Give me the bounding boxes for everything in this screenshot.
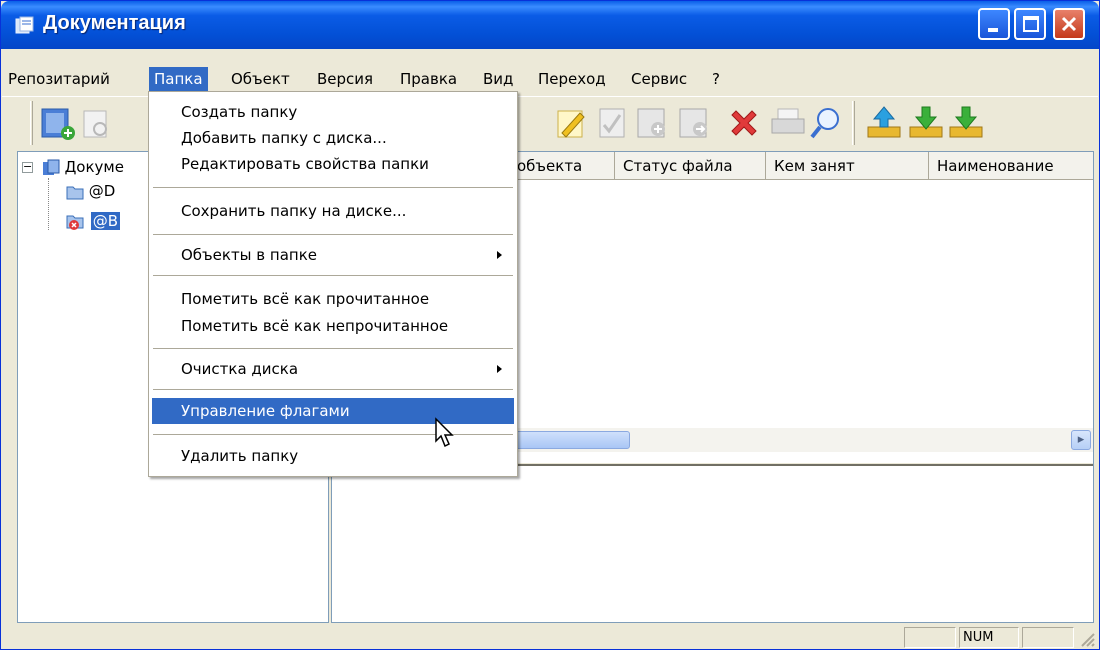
tree-root-label: Докуме xyxy=(64,158,124,176)
menu-item-mark-all-read[interactable]: Пометить всё как прочитанное xyxy=(152,286,514,312)
toolbar-separator xyxy=(852,101,855,145)
status-bar: NUM xyxy=(2,625,1098,650)
resize-grip-icon[interactable] xyxy=(1076,628,1096,648)
delete-icon[interactable] xyxy=(724,103,764,143)
menu-item-save-folder-to-disk[interactable]: Сохранить папку на диске... xyxy=(152,198,514,224)
menu-edit[interactable]: Правка xyxy=(395,67,462,91)
menu-object[interactable]: Объект xyxy=(226,67,295,91)
tree-item-label: @B xyxy=(90,212,121,230)
status-cell xyxy=(904,627,956,648)
menu-bar: Репозитарий Папка Объект Версия Правка В… xyxy=(2,67,1098,93)
tree-item[interactable]: @D xyxy=(66,180,115,202)
folder-add-icon[interactable] xyxy=(632,103,672,143)
menu-help[interactable]: ? xyxy=(707,67,725,91)
folder-icon xyxy=(66,186,84,199)
collapse-icon[interactable]: − xyxy=(22,161,33,173)
filter-icon[interactable] xyxy=(78,103,118,143)
edit-icon[interactable] xyxy=(550,103,590,143)
print-icon[interactable] xyxy=(768,103,808,143)
repository-icon xyxy=(42,159,60,175)
menu-separator xyxy=(153,348,513,350)
close-button[interactable] xyxy=(1053,8,1085,40)
menu-item-create-folder[interactable]: Создать папку xyxy=(152,99,514,125)
folder-move-icon[interactable] xyxy=(674,103,714,143)
close-icon xyxy=(1061,16,1077,32)
upload-icon[interactable] xyxy=(864,103,904,143)
tree-item[interactable]: @B xyxy=(66,210,121,232)
tree-lines xyxy=(48,178,68,230)
document-app-icon xyxy=(15,16,34,34)
toolbar-grip[interactable] xyxy=(30,101,33,145)
menu-view[interactable]: Вид xyxy=(478,67,518,91)
new-folder-icon[interactable] xyxy=(38,103,78,143)
column-header-locked-by[interactable]: Кем занят xyxy=(766,152,929,180)
checkin-icon[interactable] xyxy=(592,103,632,143)
menu-item-label: Очистка диска xyxy=(181,360,299,378)
menu-item-objects-in-folder[interactable]: Объекты в папке xyxy=(152,242,514,268)
menu-item-add-folder-from-disk[interactable]: Добавить папку с диска... xyxy=(152,125,514,151)
column-header-object-label: объекта xyxy=(517,157,583,175)
menu-item-delete-folder[interactable]: Удалить папку xyxy=(152,443,514,469)
submenu-arrow-icon xyxy=(497,251,502,259)
submenu-arrow-icon xyxy=(497,365,502,373)
folder-menu: Создать папку Добавить папку с диска... … xyxy=(148,91,518,477)
menu-separator xyxy=(153,434,513,436)
menu-folder[interactable]: Папка xyxy=(149,67,208,91)
mouse-cursor-icon xyxy=(435,417,454,448)
status-num: NUM xyxy=(959,627,1019,648)
menu-item-label: Объекты в папке xyxy=(181,246,317,264)
menu-separator xyxy=(153,389,513,391)
menu-service[interactable]: Сервис xyxy=(626,67,692,91)
menu-item-mark-all-unread[interactable]: Пометить всё как непрочитанное xyxy=(152,313,514,339)
menu-version[interactable]: Версия xyxy=(312,67,378,91)
tree-root[interactable]: − Докуме xyxy=(22,156,124,178)
maximize-button[interactable] xyxy=(1014,8,1046,40)
download-icon[interactable] xyxy=(946,103,986,143)
menu-repository[interactable]: Репозитарий xyxy=(3,67,115,91)
menu-navigate[interactable]: Переход xyxy=(533,67,611,91)
minimize-button[interactable] xyxy=(978,8,1010,40)
menu-separator xyxy=(153,187,513,189)
menu-item-edit-folder-properties[interactable]: Редактировать свойства папки xyxy=(152,151,514,177)
column-header-file-status[interactable]: Статус файла xyxy=(615,152,766,180)
menu-item-manage-flags[interactable]: Управление флагами xyxy=(152,398,514,424)
column-header-name[interactable]: Наименование xyxy=(929,152,1093,180)
app-window: Документация Репозитарий Папка Объект Ве… xyxy=(0,0,1100,650)
download-icon[interactable] xyxy=(906,103,946,143)
search-icon[interactable] xyxy=(806,103,846,143)
status-cell xyxy=(1022,627,1074,648)
scroll-right-icon[interactable]: ▸ xyxy=(1071,430,1091,450)
title-bar[interactable]: Документация xyxy=(1,1,1099,49)
maximize-icon xyxy=(1023,16,1039,32)
folder-error-icon xyxy=(66,215,84,230)
menu-separator xyxy=(153,275,513,277)
minimize-icon xyxy=(988,28,998,32)
menu-separator xyxy=(153,234,513,236)
tree-item-label: @D xyxy=(88,182,116,200)
window-title: Документация xyxy=(43,12,186,34)
menu-item-disk-cleanup[interactable]: Очистка диска xyxy=(152,356,514,382)
